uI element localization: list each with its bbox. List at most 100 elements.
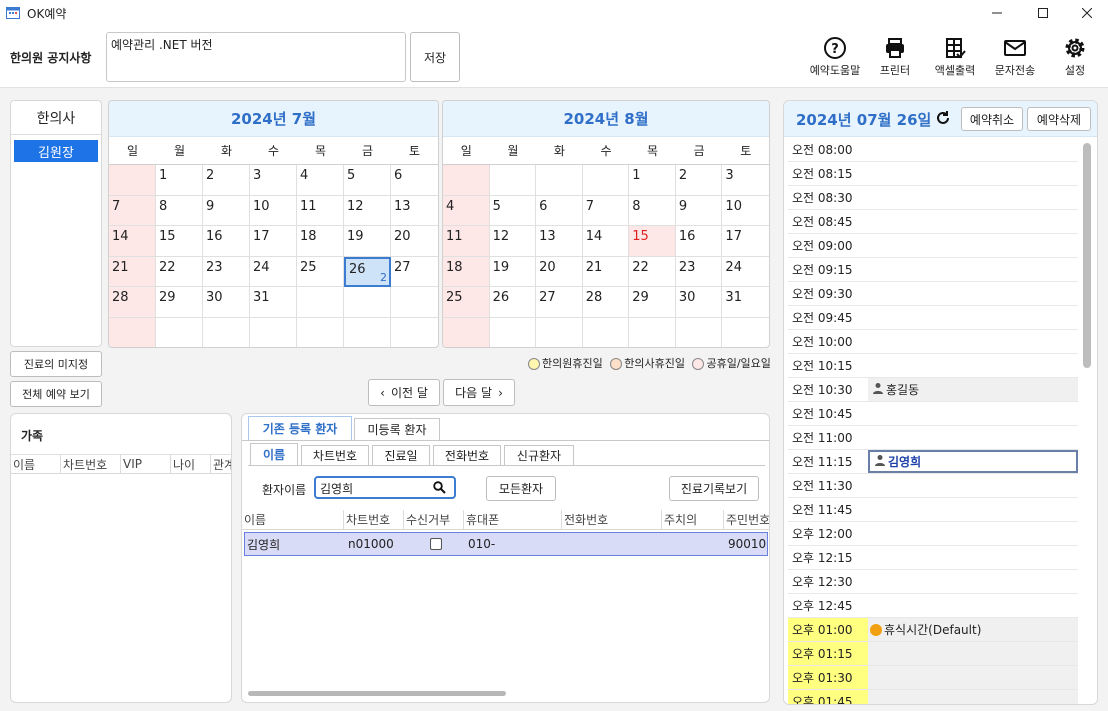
calendar-day[interactable]: 4 — [297, 165, 344, 196]
column-header[interactable]: 전화번호 — [562, 510, 662, 529]
time-slot-content[interactable] — [868, 522, 1078, 545]
time-slot[interactable]: 오전 09:15 — [788, 258, 1078, 282]
time-slot[interactable]: 오전 10:00 — [788, 330, 1078, 354]
sms-tool-button[interactable]: 문자전송 — [985, 36, 1045, 82]
calendar-day[interactable]: 13 — [391, 196, 438, 226]
time-slot-content[interactable] — [868, 426, 1078, 449]
calendar-day[interactable]: 1 — [156, 165, 203, 196]
calendar-day-empty[interactable] — [391, 318, 438, 348]
time-slot-content[interactable]: 김영희 — [868, 450, 1078, 473]
horizontal-scrollbar[interactable] — [248, 691, 506, 696]
calendar-day[interactable]: 23 — [203, 256, 250, 287]
calendar-day-empty[interactable] — [722, 318, 769, 348]
column-header[interactable]: 나이 — [171, 455, 211, 473]
subtab-name[interactable]: 이름 — [250, 443, 298, 465]
calendar-day-empty[interactable] — [344, 287, 391, 318]
unassigned-doctor-button[interactable]: 진료의 미지정 — [10, 351, 102, 377]
calendar-day[interactable]: 10 — [250, 195, 297, 226]
calendar-day[interactable]: 24 — [250, 256, 297, 287]
time-slot-content[interactable] — [868, 690, 1078, 704]
calendar-day[interactable]: 18 — [297, 226, 344, 257]
time-slot[interactable]: 오전 11:45 — [788, 498, 1078, 522]
maximize-icon[interactable] — [1020, 0, 1066, 26]
calendar-day[interactable]: 3 — [722, 165, 769, 196]
time-slot-content[interactable] — [868, 162, 1078, 185]
excel-tool-button[interactable]: 액셀출력 — [925, 36, 985, 82]
calendar-day[interactable]: 14 — [109, 226, 156, 257]
subtab-chart-number[interactable]: 차트번호 — [301, 445, 369, 465]
calendar-day[interactable]: 17 — [722, 226, 769, 257]
calendar-day[interactable]: 26 2 — [344, 256, 391, 287]
time-slot[interactable]: 오전 11:30 — [788, 474, 1078, 498]
calendar-day-empty[interactable] — [536, 165, 583, 196]
calendar-day-empty[interactable] — [582, 165, 630, 196]
time-slot-content[interactable] — [868, 282, 1078, 305]
calendar-day[interactable]: 1 — [629, 165, 676, 196]
time-slot-content[interactable] — [868, 306, 1078, 329]
calendar-day[interactable]: 2 — [203, 165, 250, 196]
calendar-day-empty[interactable] — [676, 317, 723, 347]
calendar-day[interactable]: 24 — [722, 257, 769, 287]
time-slot[interactable]: 오전 09:00 — [788, 234, 1078, 258]
calendar-day-empty[interactable] — [391, 287, 438, 318]
calendar-day[interactable]: 18 — [443, 256, 490, 287]
cancel-reservation-button[interactable]: 예약취소 — [961, 107, 1023, 131]
prev-month-button[interactable]: ‹ 이전 달 — [368, 379, 440, 406]
column-header[interactable]: 이름 — [242, 510, 344, 529]
column-header[interactable]: 관계 — [211, 455, 231, 473]
calendar-day-empty[interactable] — [109, 317, 156, 347]
time-slot[interactable]: 오전 08:30 — [788, 186, 1078, 210]
calendar-day[interactable]: 10 — [722, 196, 769, 226]
calendar-day-empty[interactable] — [629, 317, 676, 347]
time-slot[interactable]: 오전 10:45 — [788, 402, 1078, 426]
calendar-day[interactable]: 11 — [443, 226, 490, 257]
time-slot-content[interactable] — [868, 642, 1078, 665]
close-icon[interactable] — [1064, 0, 1108, 26]
calendar-day[interactable]: 31 — [250, 287, 297, 318]
calendar-day[interactable]: 2 — [675, 165, 723, 196]
calendar-day[interactable]: 8 — [156, 195, 203, 226]
calendar-day[interactable]: 6 — [536, 195, 583, 226]
calendar-day[interactable]: 7 — [109, 195, 156, 226]
column-header[interactable]: 휴대폰 — [464, 510, 562, 529]
calendar-day-empty[interactable] — [156, 317, 203, 347]
calendar-day[interactable]: 27 — [536, 287, 583, 318]
calendar-day[interactable]: 19 — [489, 256, 537, 287]
calendar-day-empty[interactable] — [203, 317, 250, 347]
time-slot[interactable]: 오후 01:00 휴식시간(Default) — [788, 618, 1078, 642]
column-header[interactable]: 주치의 — [662, 510, 724, 529]
time-slot-content[interactable] — [868, 186, 1078, 209]
calendar-day[interactable]: 16 — [675, 226, 723, 257]
calendar-day-empty[interactable] — [109, 165, 156, 196]
calendar-day[interactable]: 3 — [250, 165, 297, 196]
calendar-day[interactable]: 28 — [109, 287, 156, 318]
calendar-day-empty[interactable] — [297, 317, 344, 347]
calendar-day[interactable]: 6 — [391, 165, 438, 196]
calendar-day-empty[interactable] — [344, 317, 391, 347]
column-header[interactable]: 수신거부 — [404, 510, 464, 529]
patient-search-input[interactable]: 김영희 — [314, 476, 456, 499]
calendar-day[interactable]: 21 — [582, 256, 630, 287]
calendar-day[interactable]: 15 — [156, 226, 203, 257]
printer-tool-button[interactable]: 프린터 — [865, 36, 925, 82]
delete-reservation-button[interactable]: 예약삭제 — [1027, 107, 1091, 131]
refresh-icon[interactable] — [935, 110, 951, 126]
calendar-day-empty[interactable] — [489, 165, 537, 196]
time-slot[interactable]: 오전 11:00 — [788, 426, 1078, 450]
calendar-day[interactable]: 19 — [344, 226, 391, 257]
all-reservations-button[interactable]: 전체 예약 보기 — [10, 381, 102, 407]
calendar-day[interactable]: 31 — [722, 287, 769, 318]
time-slot-content[interactable]: 휴식시간(Default) — [868, 618, 1078, 641]
time-slot[interactable]: 오후 01:30 — [788, 666, 1078, 690]
calendar-day[interactable]: 29 — [156, 287, 203, 318]
time-slot[interactable]: 오전 10:30 홍길동 — [788, 378, 1078, 402]
time-slot-content[interactable] — [868, 666, 1078, 689]
time-slot[interactable]: 오전 10:15 — [788, 354, 1078, 378]
column-header[interactable]: 차트번호 — [344, 510, 404, 529]
calendar-day[interactable]: 15 — [629, 226, 676, 257]
calendar-day[interactable]: 26 — [489, 287, 537, 318]
calendar-day-empty[interactable] — [536, 317, 583, 347]
calendar-day[interactable]: 21 — [109, 256, 156, 287]
calendar-day-empty[interactable] — [490, 317, 537, 347]
calendar-day[interactable]: 9 — [203, 195, 250, 226]
